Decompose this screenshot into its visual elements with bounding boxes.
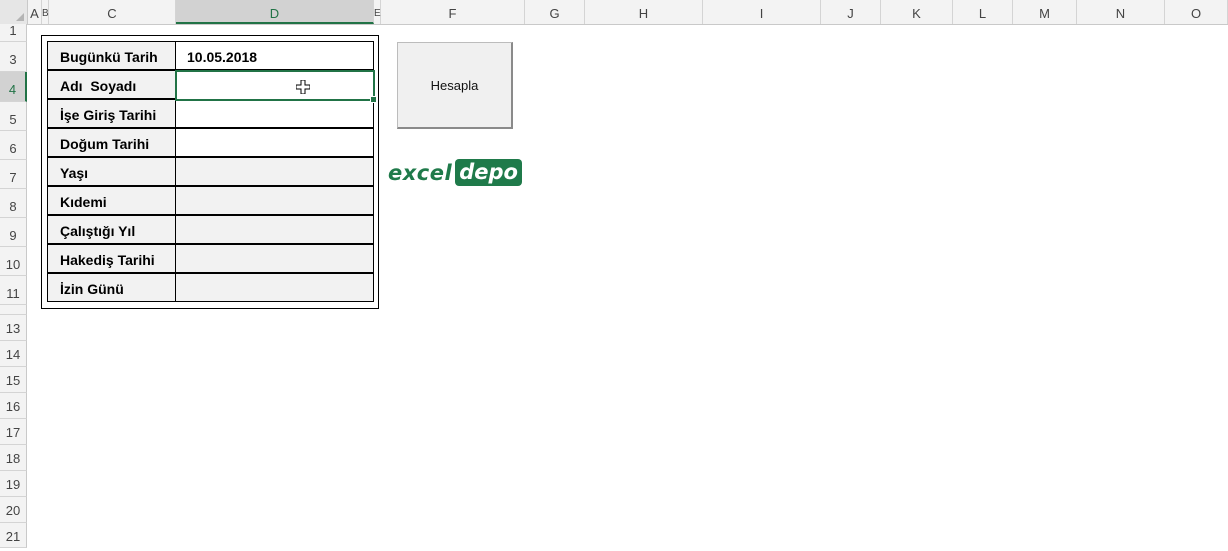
form-label[interactable]: Adı Soyadı (47, 70, 176, 99)
row-header-19[interactable]: 19 (0, 471, 27, 497)
column-header-o[interactable]: O (1165, 0, 1228, 24)
form-row: Çalıştığı Yıl (47, 215, 374, 244)
form-value[interactable] (175, 186, 374, 215)
row-header-20[interactable]: 20 (0, 497, 27, 523)
form-label[interactable]: Yaşı (47, 157, 176, 186)
row-header-3[interactable]: 3 (0, 42, 27, 72)
row-header-17[interactable]: 17 (0, 419, 27, 445)
column-header-k[interactable]: K (881, 0, 953, 24)
column-header-n[interactable]: N (1077, 0, 1165, 24)
form-value[interactable] (175, 273, 374, 302)
row-header-7[interactable]: 7 (0, 160, 27, 189)
form-row: Kıdemi (47, 186, 374, 215)
form-value[interactable] (175, 99, 374, 128)
form-value[interactable] (175, 215, 374, 244)
form-row: İşe Giriş Tarihi (47, 99, 374, 128)
form-label[interactable]: Bugünkü Tarih (47, 41, 176, 70)
form-value[interactable] (175, 244, 374, 273)
form-label[interactable]: Hakediş Tarihi (47, 244, 176, 273)
form-label[interactable]: İzin Günü (47, 273, 176, 302)
row-header-12[interactable] (0, 305, 27, 315)
form-value[interactable] (175, 157, 374, 186)
row-header-18[interactable]: 18 (0, 445, 27, 471)
column-header-a[interactable]: A (28, 0, 42, 24)
column-header-i[interactable]: I (703, 0, 821, 24)
fill-handle[interactable] (370, 96, 377, 103)
form-label[interactable]: Çalıştığı Yıl (47, 215, 176, 244)
row-header-4[interactable]: 4 (0, 72, 27, 102)
row-header-21[interactable]: 21 (0, 523, 27, 548)
row-header-6[interactable]: 6 (0, 131, 27, 160)
row-header-1[interactable]: 1 (0, 24, 27, 42)
form-value[interactable]: 10.05.2018 (175, 41, 374, 70)
column-header-j[interactable]: J (821, 0, 881, 24)
logo-text-excel: excel (388, 160, 453, 185)
select-all-corner[interactable] (0, 0, 28, 24)
column-header-d[interactable]: D (176, 0, 374, 24)
column-header-l[interactable]: L (953, 0, 1013, 24)
column-header-b[interactable]: B (42, 0, 49, 24)
row-header-9[interactable]: 9 (0, 218, 27, 247)
row-header-14[interactable]: 14 (0, 341, 27, 367)
column-header-m[interactable]: M (1013, 0, 1077, 24)
form-label[interactable]: Doğum Tarihi (47, 128, 176, 157)
spreadsheet: A B C D E F G H I J K L M N O 1 3 4 5 6 … (0, 0, 1228, 548)
logo-text-depo: depo (455, 159, 522, 186)
form-row: Doğum Tarihi (47, 128, 374, 157)
column-header-h[interactable]: H (585, 0, 703, 24)
row-header-16[interactable]: 16 (0, 393, 27, 419)
column-header-f[interactable]: F (381, 0, 525, 24)
row-header-13[interactable]: 13 (0, 315, 27, 341)
column-header-row: A B C D E F G H I J K L M N O (0, 0, 1228, 25)
form-label[interactable]: İşe Giriş Tarihi (47, 99, 176, 128)
column-header-c[interactable]: C (49, 0, 176, 24)
hesapla-button[interactable]: Hesapla (397, 42, 513, 129)
active-cell-d4[interactable] (175, 70, 377, 103)
row-header-5[interactable]: 5 (0, 102, 27, 131)
form-label[interactable]: Kıdemi (47, 186, 176, 215)
row-header-10[interactable]: 10 (0, 247, 27, 276)
exceldepo-logo: excel depo (388, 159, 522, 186)
cell-select-cross-icon (296, 80, 310, 94)
form-value[interactable] (175, 128, 374, 157)
row-header-8[interactable]: 8 (0, 189, 27, 218)
form-row: Bugünkü Tarih 10.05.2018 (47, 41, 374, 70)
row-header-11[interactable]: 11 (0, 276, 27, 305)
column-header-g[interactable]: G (525, 0, 585, 24)
form-row: Yaşı (47, 157, 374, 186)
row-header-15[interactable]: 15 (0, 367, 27, 393)
form-row: Hakediş Tarihi (47, 244, 374, 273)
column-header-e[interactable]: E (374, 0, 381, 24)
form-row: İzin Günü (47, 273, 374, 302)
